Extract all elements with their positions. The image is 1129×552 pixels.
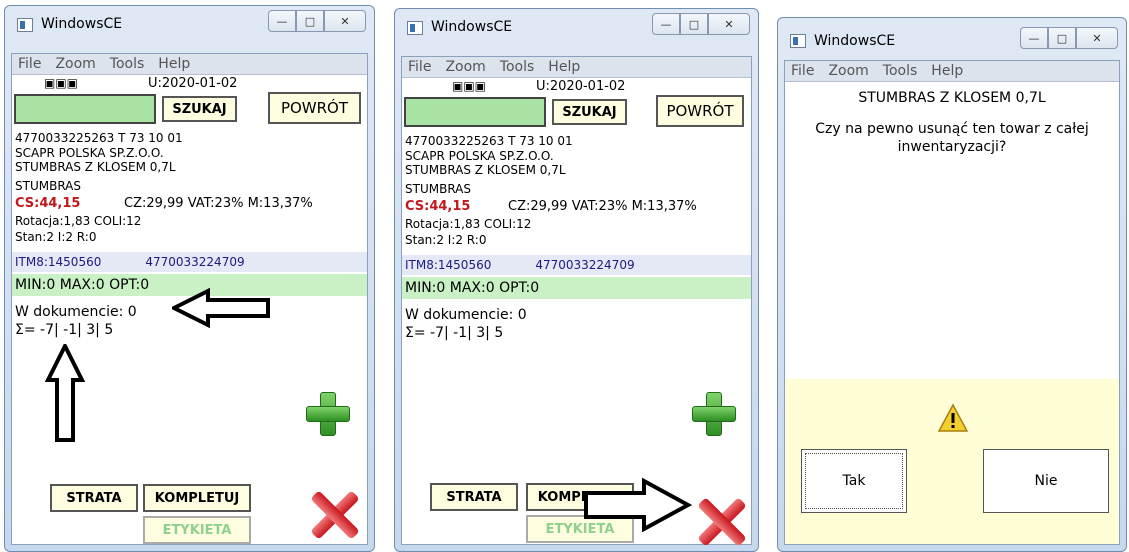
maximize-button[interactable]: □ (296, 10, 324, 32)
delete-icon[interactable] (697, 497, 747, 547)
client-area: File Zoom Tools Help ▣▣▣ U:2020-01-02 SZ… (11, 53, 368, 545)
supplier-name: SCAPR POLSKA SP.Z.O.O. (15, 146, 164, 160)
client-area: File Zoom Tools Help STUMBRAS Z KLOSEM 0… (784, 60, 1120, 545)
brand-name: STUMBRAS (405, 182, 471, 196)
warning-icon (937, 403, 969, 432)
minimize-button[interactable]: — (268, 10, 296, 32)
window-title: WindowsCE (431, 19, 513, 35)
close-button[interactable]: ✕ (324, 10, 366, 32)
menu-bar: File Zoom Tools Help (785, 61, 1119, 82)
search-input[interactable] (404, 97, 546, 127)
no-button[interactable]: Nie (983, 449, 1109, 513)
stock-info: Stan:2 I:2 R:0 (15, 230, 97, 244)
back-button[interactable]: POWRÓT (268, 92, 361, 124)
supplier-name: SCAPR POLSKA SP.Z.O.O. (405, 149, 554, 163)
title-bar: WindowsCE — □ ✕ (5, 6, 374, 44)
up-arrow-annotation (45, 344, 85, 442)
product-name: STUMBRAS Z KLOSEM 0,7L (405, 163, 566, 177)
document-count: W dokumencie: 0 (15, 304, 137, 320)
brand-name: STUMBRAS (15, 179, 81, 193)
min-max-bar: MIN:0 MAX:0 OPT:0 (402, 277, 751, 299)
search-button[interactable]: SZUKAJ (162, 96, 237, 122)
close-button[interactable]: ✕ (708, 13, 750, 35)
title-bar: WindowsCE — □ ✕ (778, 18, 1126, 60)
menu-zoom[interactable]: Zoom (828, 63, 868, 79)
status-indicator: ▣▣▣ (452, 79, 487, 93)
itm-code: ITM8:1450560 (405, 258, 492, 272)
window-title: WindowsCE (814, 33, 896, 49)
barcode-line: 4770033225263 T 73 10 01 (15, 131, 183, 145)
window-2: WindowsCE — □ ✕ File Zoom Tools Help ▣▣▣… (394, 8, 759, 552)
itm-row: ITM8:1450560 4770033224709 (12, 252, 367, 272)
menu-help[interactable]: Help (931, 63, 963, 79)
document-count: W dokumencie: 0 (405, 307, 527, 323)
ean-code: 4770033224709 (145, 255, 245, 269)
itm-code: ITM8:1450560 (15, 255, 102, 269)
dialog-product-name: STUMBRAS Z KLOSEM 0,7L (858, 90, 1046, 106)
menu-file[interactable]: File (18, 56, 41, 72)
app-icon (407, 21, 423, 35)
menu-help[interactable]: Help (158, 56, 190, 72)
right-arrow-annotation (584, 477, 692, 533)
strata-button[interactable]: STRATA (430, 483, 518, 511)
minimize-button[interactable]: — (1020, 27, 1048, 49)
date-label: U:2020-01-02 (536, 79, 626, 94)
menu-zoom[interactable]: Zoom (55, 56, 95, 72)
search-button[interactable]: SZUKAJ (552, 99, 627, 125)
cs-price: CS:44,15 (15, 196, 81, 211)
price-details: CZ:29,99 VAT:23% M:13,37% (508, 199, 697, 214)
minimize-button[interactable]: — (652, 13, 680, 35)
left-arrow-annotation (172, 288, 270, 328)
message-panel: STUMBRAS Z KLOSEM 0,7L Czy na pewno usun… (785, 82, 1119, 379)
maximize-button[interactable]: □ (1048, 27, 1076, 49)
rotation-info: Rotacja:1,83 COLI:12 (15, 214, 142, 228)
product-name: STUMBRAS Z KLOSEM 0,7L (15, 160, 176, 174)
menu-help[interactable]: Help (548, 59, 580, 75)
sum-values: Σ= -7| -1| 3| 5 (405, 325, 504, 341)
date-label: U:2020-01-02 (148, 76, 238, 91)
menu-tools[interactable]: Tools (110, 56, 145, 72)
sum-values: Σ= -7| -1| 3| 5 (15, 322, 114, 338)
search-input[interactable] (14, 94, 156, 124)
client-area: File Zoom Tools Help ▣▣▣ U:2020-01-02 SZ… (401, 56, 752, 545)
window-1: WindowsCE — □ ✕ File Zoom Tools Help ▣▣▣… (4, 5, 375, 552)
app-icon (17, 18, 33, 32)
window-dialog: WindowsCE — □ ✕ File Zoom Tools Help STU… (777, 17, 1127, 552)
barcode-line: 4770033225263 T 73 10 01 (405, 134, 573, 148)
title-bar: WindowsCE — □ ✕ (395, 9, 758, 47)
menu-bar: File Zoom Tools Help (12, 54, 367, 75)
ean-code: 4770033224709 (535, 258, 635, 272)
back-button[interactable]: POWRÓT (656, 95, 744, 127)
menu-tools[interactable]: Tools (883, 63, 918, 79)
app-icon (790, 34, 806, 48)
menu-file[interactable]: File (408, 59, 431, 75)
yes-button[interactable]: Tak (801, 449, 907, 513)
stock-info: Stan:2 I:2 R:0 (405, 233, 487, 247)
rotation-info: Rotacja:1,83 COLI:12 (405, 217, 532, 231)
dialog-question: Czy na pewno usunąć ten towar z całej in… (815, 121, 1089, 155)
add-icon[interactable] (692, 392, 736, 436)
price-details: CZ:29,99 VAT:23% M:13,37% (124, 196, 313, 211)
delete-icon[interactable] (310, 490, 360, 540)
itm-row: ITM8:1450560 4770033224709 (402, 255, 751, 275)
menu-tools[interactable]: Tools (500, 59, 535, 75)
status-indicator: ▣▣▣ (44, 76, 79, 90)
add-icon[interactable] (306, 392, 350, 436)
maximize-button[interactable]: □ (680, 13, 708, 35)
menu-file[interactable]: File (791, 63, 814, 79)
strata-button[interactable]: STRATA (50, 484, 138, 512)
menu-zoom[interactable]: Zoom (445, 59, 485, 75)
window-title: WindowsCE (41, 16, 123, 32)
etykieta-button: ETYKIETA (143, 516, 251, 544)
kompletuj-button[interactable]: KOMPLETUJ (143, 484, 251, 512)
menu-bar: File Zoom Tools Help (402, 57, 751, 78)
close-button[interactable]: ✕ (1076, 27, 1118, 49)
cs-price: CS:44,15 (405, 199, 471, 214)
